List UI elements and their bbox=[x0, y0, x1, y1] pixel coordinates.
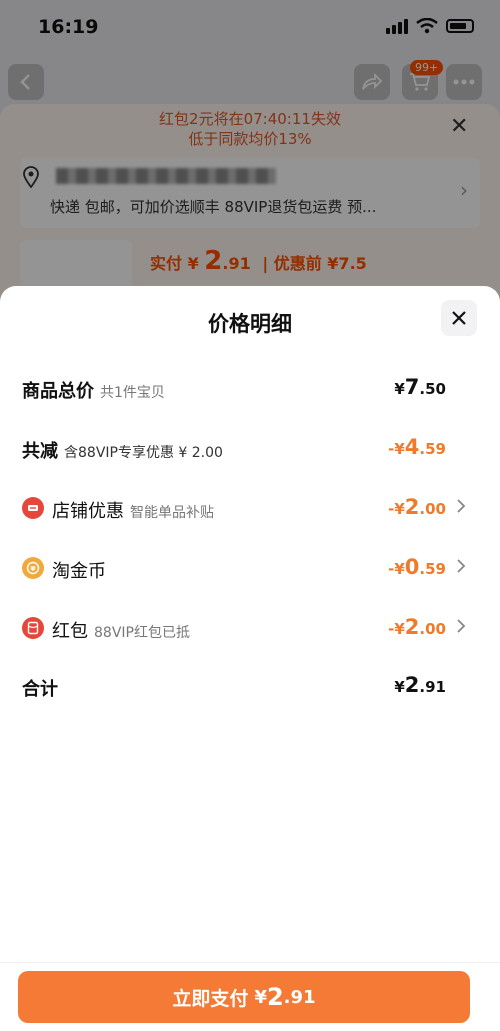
row-grand-total: 合计 ¥2.91 bbox=[22, 666, 470, 706]
value-symbol: -¥ bbox=[388, 500, 405, 518]
pay-int: 2 bbox=[266, 983, 284, 1011]
pay-now-label: 立即支付 bbox=[172, 987, 249, 1010]
value-int: 7 bbox=[404, 375, 420, 399]
value-symbol: -¥ bbox=[388, 440, 405, 458]
value-symbol: ¥ bbox=[394, 678, 405, 696]
goods-total-value: ¥7.50 bbox=[394, 375, 446, 399]
value-dec: .91 bbox=[419, 678, 446, 696]
row-total-discount: 共减 含88VIP专享优惠 ¥ 2.00 -¥4.59 bbox=[22, 428, 470, 468]
store-discount-label: 店铺优惠 bbox=[52, 501, 124, 522]
value-dec: .00 bbox=[419, 620, 446, 638]
pay-dec: .91 bbox=[283, 986, 316, 1008]
value-int: 2 bbox=[404, 495, 420, 519]
row-taojinbi[interactable]: 淘金币 -¥0.59 bbox=[22, 548, 470, 588]
sheet-title: 价格明细 bbox=[208, 312, 292, 336]
red-packet-value: -¥2.00 bbox=[388, 615, 446, 639]
row-label: 合计 bbox=[22, 675, 58, 701]
row-goods-total: 商品总价 共1件宝贝 ¥7.50 bbox=[22, 368, 470, 408]
value-dec: .59 bbox=[419, 440, 446, 458]
value-int: 2 bbox=[404, 673, 420, 697]
value-symbol: -¥ bbox=[388, 560, 405, 578]
chevron-right-icon bbox=[457, 559, 466, 573]
coin-icon bbox=[22, 557, 44, 579]
pay-symbol: ¥ bbox=[254, 986, 267, 1008]
row-label: 淘金币 bbox=[52, 557, 106, 583]
goods-total-label: 商品总价 bbox=[22, 381, 94, 402]
value-int: 0 bbox=[404, 555, 420, 579]
value-int: 4 bbox=[404, 435, 420, 459]
grand-total-label: 合计 bbox=[22, 679, 58, 700]
chevron-right-icon bbox=[457, 619, 466, 633]
row-red-packet[interactable]: 红包 88VIP红包已抵 -¥2.00 bbox=[22, 608, 470, 648]
value-dec: .00 bbox=[419, 500, 446, 518]
value-symbol: ¥ bbox=[394, 380, 405, 398]
total-discount-label: 共减 bbox=[22, 441, 58, 462]
red-packet-sub: 88VIP红包已抵 bbox=[94, 625, 190, 641]
pay-now-button[interactable]: 立即支付 ¥2.91 bbox=[18, 971, 470, 1023]
footer-bar: 立即支付 ¥2.91 bbox=[0, 962, 500, 1031]
row-label: 商品总价 共1件宝贝 bbox=[22, 377, 165, 403]
price-detail-sheet: 价格明细 商品总价 共1件宝贝 ¥7.50 共减 含88VIP专享优惠 ¥ 2.00… bbox=[0, 286, 500, 1031]
total-discount-sub: 含88VIP专享优惠 ¥ 2.00 bbox=[64, 445, 223, 461]
row-store-discount[interactable]: 店铺优惠 智能单品补贴 -¥2.00 bbox=[22, 488, 470, 528]
row-label: 店铺优惠 智能单品补贴 bbox=[52, 497, 214, 523]
red-packet-label: 红包 bbox=[52, 621, 88, 642]
store-discount-sub: 智能单品补贴 bbox=[130, 505, 214, 521]
value-dec: .50 bbox=[419, 380, 446, 398]
row-label: 共减 含88VIP专享优惠 ¥ 2.00 bbox=[22, 437, 223, 463]
goods-total-sub: 共1件宝贝 bbox=[100, 385, 165, 401]
row-label: 红包 88VIP红包已抵 bbox=[52, 617, 190, 643]
taojinbi-value: -¥0.59 bbox=[388, 555, 446, 579]
store-discount-icon bbox=[22, 497, 44, 519]
value-dec: .59 bbox=[419, 560, 446, 578]
value-int: 2 bbox=[404, 615, 420, 639]
close-icon bbox=[452, 311, 466, 325]
close-button[interactable] bbox=[441, 300, 477, 336]
taojinbi-label: 淘金币 bbox=[52, 561, 106, 582]
value-symbol: -¥ bbox=[388, 620, 405, 638]
total-discount-value: -¥4.59 bbox=[388, 435, 446, 459]
chevron-right-icon bbox=[457, 499, 466, 513]
store-discount-value: -¥2.00 bbox=[388, 495, 446, 519]
red-packet-icon bbox=[22, 617, 44, 639]
grand-total-value: ¥2.91 bbox=[394, 673, 446, 697]
